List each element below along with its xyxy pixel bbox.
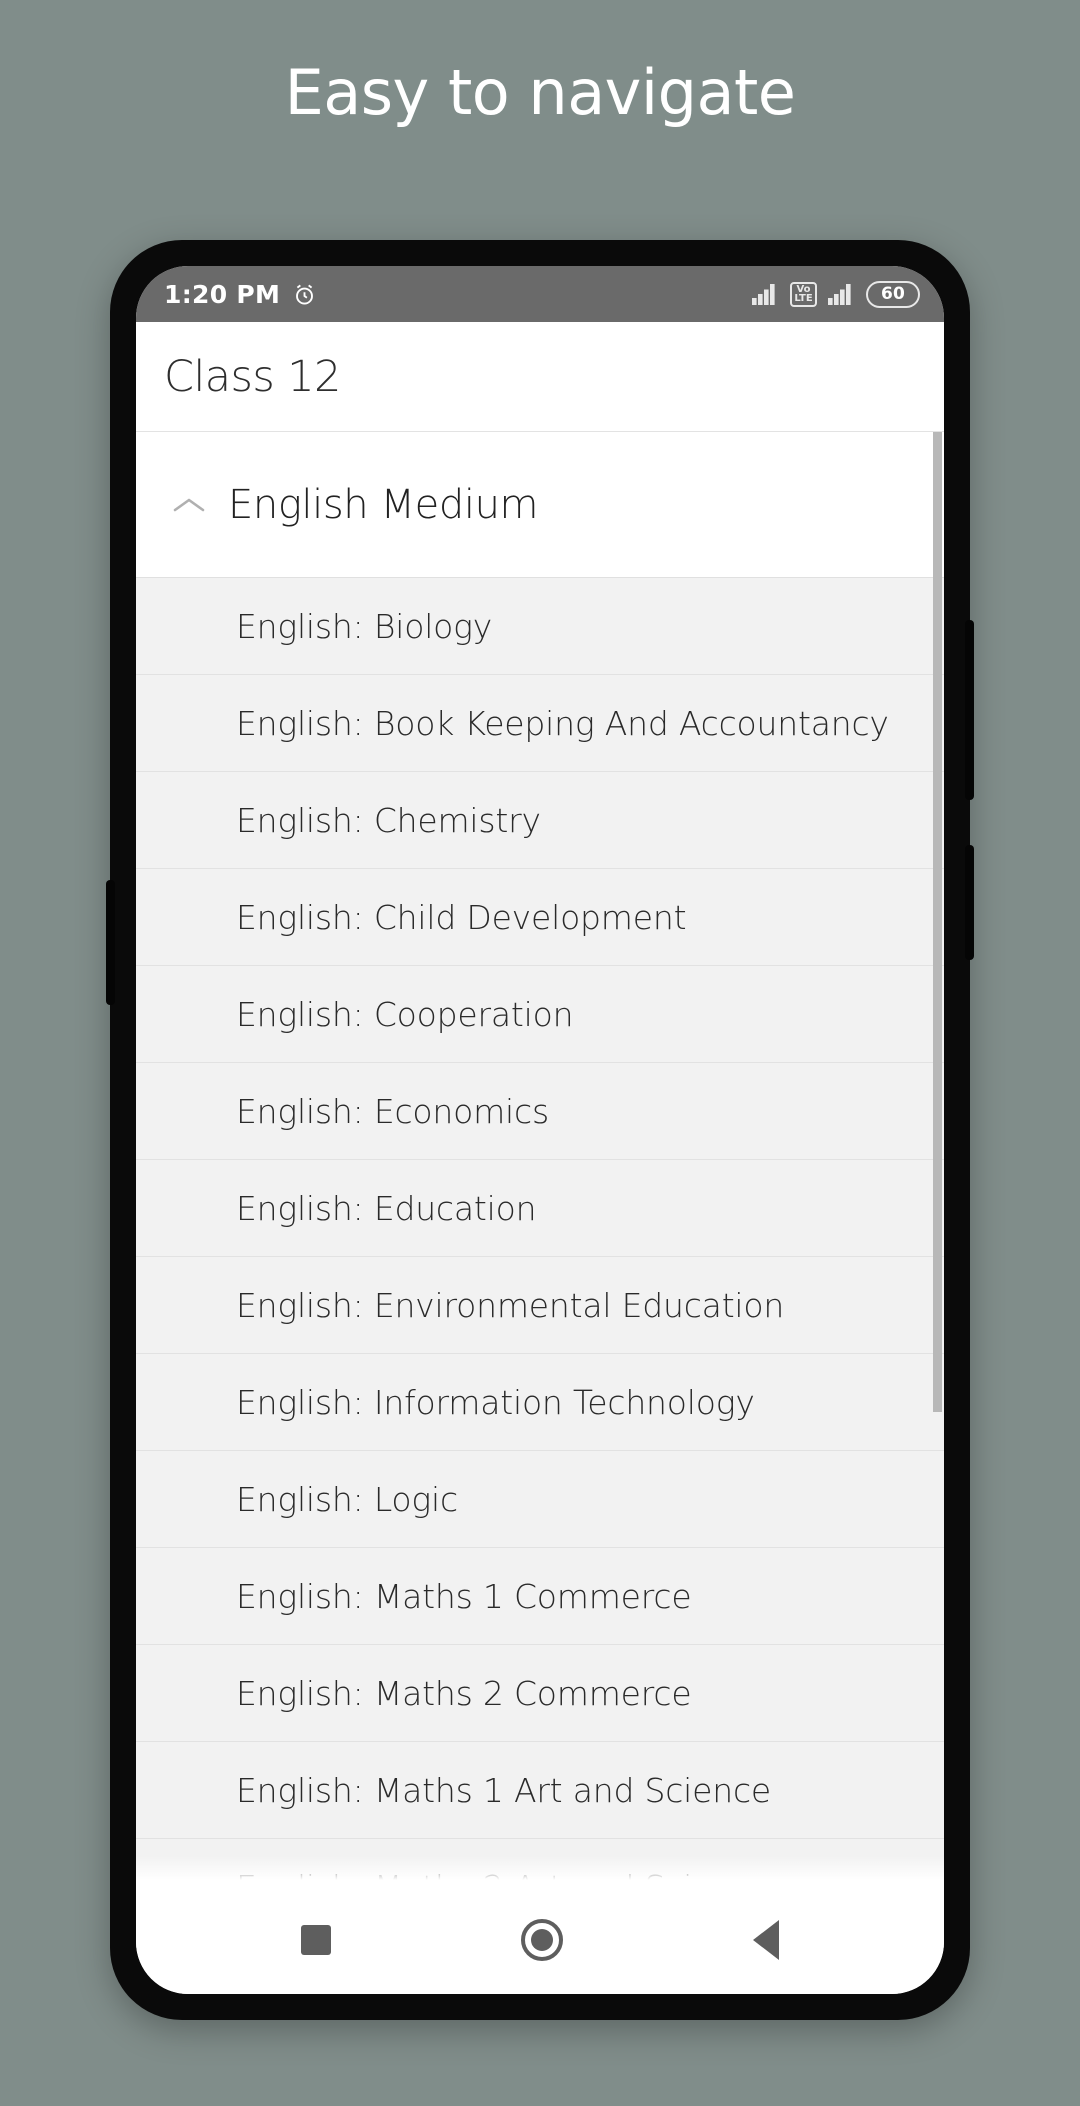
list-item-label: English: Logic	[236, 1479, 458, 1519]
square-recents-icon[interactable]	[301, 1925, 331, 1955]
circle-home-icon[interactable]	[521, 1919, 563, 1961]
phone-frame: 1:20 PM Vo LTE 60 Class 12 English Mediu…	[106, 240, 974, 2020]
list-item[interactable]: English: Book Keeping And Accountancy	[136, 675, 944, 772]
list-item-label: English: Maths 2 Commerce	[236, 1673, 692, 1713]
volte-label-bottom: LTE	[794, 293, 813, 304]
vertical-scrollbar[interactable]	[933, 432, 942, 1412]
status-bar: 1:20 PM Vo LTE 60	[136, 266, 944, 322]
clock-text: 1:20 PM	[164, 279, 281, 309]
android-navigation-bar	[136, 1882, 944, 1994]
list-item-label: English: Economics	[236, 1091, 549, 1131]
chevron-up-icon[interactable]	[172, 495, 206, 515]
list-item[interactable]: English: Biology	[136, 578, 944, 675]
volume-down-button[interactable]	[965, 845, 974, 960]
list-item[interactable]: English: Economics	[136, 1063, 944, 1160]
list-item[interactable]: English: Maths 1 Commerce	[136, 1548, 944, 1645]
subject-list: English: Biology English: Book Keeping An…	[136, 578, 944, 1882]
list-item-label: English: Chemistry	[236, 800, 541, 840]
list-item-label: English: Maths 2 Art and Science	[236, 1868, 771, 1883]
page-title: Class 12	[164, 351, 341, 402]
list-item[interactable]: English: Chemistry	[136, 772, 944, 869]
list-item-label: English: Maths 1 Commerce	[236, 1576, 692, 1616]
list-item[interactable]: English: Maths 2 Commerce	[136, 1645, 944, 1742]
section-header-english-medium[interactable]: English Medium	[136, 432, 944, 578]
alarm-clock-icon	[292, 282, 317, 307]
signal-bars-icon	[752, 283, 779, 305]
list-item-label: English: Cooperation	[236, 994, 574, 1034]
list-item-label: English: Biology	[236, 606, 493, 646]
battery-icon: 60	[866, 280, 920, 308]
section-title: English Medium	[228, 481, 539, 528]
list-item[interactable]: English: Logic	[136, 1451, 944, 1548]
list-item-label: English: Maths 1 Art and Science	[236, 1770, 772, 1810]
list-item-label: English: Education	[236, 1188, 537, 1228]
power-button[interactable]	[106, 880, 115, 1005]
subject-list-scroll-area[interactable]: English Medium English: Biology English: …	[136, 432, 944, 1882]
phone-screen: 1:20 PM Vo LTE 60 Class 12 English Mediu…	[136, 266, 944, 1994]
status-bar-right: Vo LTE 60	[752, 280, 920, 308]
list-item-label: English: Book Keeping And Accountancy	[236, 703, 889, 743]
list-item[interactable]: English: Education	[136, 1160, 944, 1257]
list-item[interactable]: English: Environmental Education	[136, 1257, 944, 1354]
volume-up-button[interactable]	[965, 620, 974, 800]
list-item[interactable]: English: Maths 1 Art and Science	[136, 1742, 944, 1839]
list-item[interactable]: English: Cooperation	[136, 966, 944, 1063]
list-item[interactable]: English: Child Development	[136, 869, 944, 966]
list-item[interactable]: English: Maths 2 Art and Science	[136, 1839, 944, 1882]
list-item[interactable]: English: Information Technology	[136, 1354, 944, 1451]
status-bar-left: 1:20 PM	[164, 280, 317, 309]
app-bar: Class 12	[136, 322, 944, 432]
promo-screenshot: Easy to navigate 1:20 PM Vo LTE 60 Class…	[0, 0, 1080, 2106]
promo-headline: Easy to navigate	[284, 56, 796, 129]
battery-level-text: 60	[880, 284, 906, 304]
signal-bars-icon-2	[828, 283, 855, 305]
list-item-label: English: Information Technology	[236, 1382, 755, 1422]
list-item-label: English: Environmental Education	[236, 1285, 785, 1325]
list-item-label: English: Child Development	[236, 897, 687, 937]
volte-icon: Vo LTE	[790, 281, 817, 307]
triangle-back-icon[interactable]	[753, 1920, 779, 1960]
